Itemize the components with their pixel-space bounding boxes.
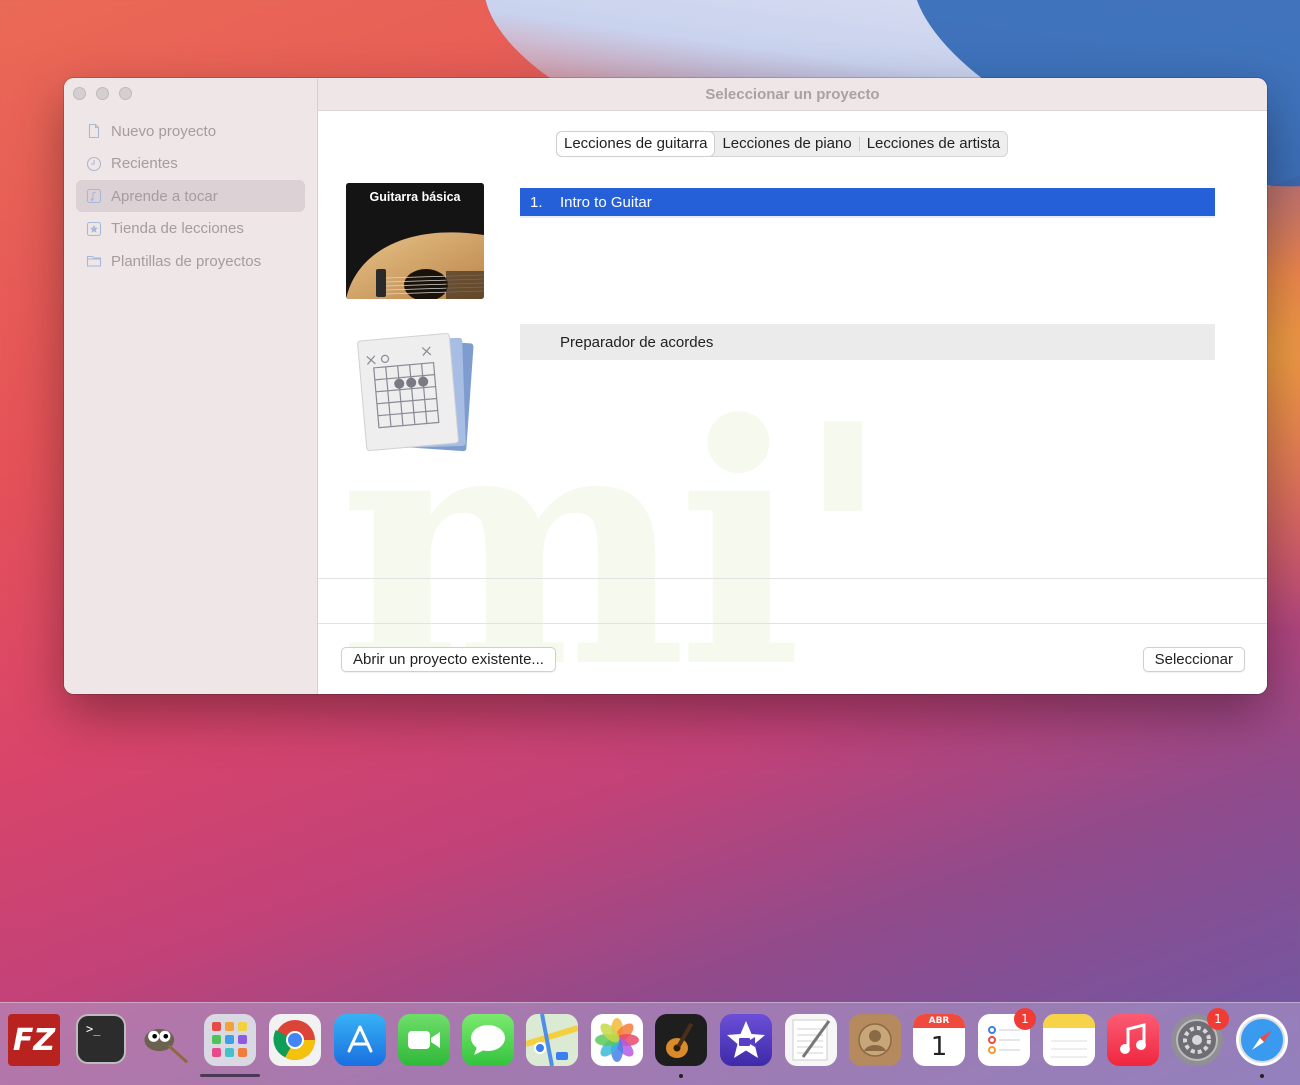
divider [318,623,1267,624]
contacts-icon[interactable] [849,1014,901,1066]
star-icon [86,221,102,237]
chord-trainer-thumbnail[interactable] [354,331,484,461]
filezilla-icon[interactable]: FZ [8,1014,60,1066]
zoom-button[interactable] [119,87,132,100]
dock: FZ >_ ABR 1 1 1 [0,1002,1300,1085]
document-icon [86,123,102,139]
launchpad-indicator [200,1074,260,1077]
lesson-tabs: Lecciones de guitarra Lecciones de piano… [556,131,1009,157]
sidebar-item-label: Tienda de lecciones [111,220,244,237]
chord-trainer-row[interactable]: Preparador de acordes [520,324,1215,360]
notes-icon[interactable] [1043,1014,1095,1066]
facetime-icon[interactable] [398,1014,450,1066]
calendar-icon[interactable]: ABR 1 [913,1014,965,1066]
music-note-icon [86,188,102,204]
open-existing-project-button[interactable]: Abrir un proyecto existente... [341,647,556,672]
garageband-running-dot [679,1074,683,1078]
reminders-badge: 1 [1014,1008,1036,1030]
launchpad-icon[interactable] [204,1014,256,1066]
chord-diagram-icon [357,332,474,452]
sidebar-item-label: Plantillas de proyectos [111,252,262,270]
chrome-icon[interactable] [269,1014,321,1066]
imovie-icon[interactable] [720,1014,772,1066]
window-title: Seleccionar un proyecto [318,78,1267,111]
folder-icon [86,253,102,269]
lesson-title: Intro to Guitar [560,193,652,211]
lesson-row-intro-to-guitar[interactable]: 1. Intro to Guitar [520,188,1215,216]
select-button[interactable]: Seleccionar [1142,647,1245,672]
sidebar-item-label: Aprende a tocar [111,187,218,205]
tab-artist-lessons[interactable]: Lecciones de artista [860,132,1007,156]
select-project-window: Nuevo proyecto Recientes Aprende a tocar… [64,78,1267,694]
maps-icon[interactable] [526,1014,578,1066]
sidebar-item-label: Nuevo proyecto [111,122,217,140]
gimp-icon[interactable] [137,1014,189,1066]
guitar-thumbnail-title: Guitarra básica [369,190,461,204]
system-preferences-icon[interactable]: 1 [1171,1008,1229,1066]
sidebar-item-new-project[interactable]: Nuevo proyecto [76,115,305,147]
terminal-icon[interactable]: >_ [76,1014,126,1064]
sidebar: Nuevo proyecto Recientes Aprende a tocar… [64,78,318,694]
app-store-icon[interactable] [334,1014,386,1066]
calendar-month: ABR [913,1014,965,1028]
terminal-prompt: >_ [86,1022,101,1036]
main-content: mi' Lecciones de guitarra Lecciones de p… [318,111,1267,694]
calendar-day: 1 [930,1032,948,1062]
system-preferences-badge: 1 [1207,1008,1229,1030]
minimize-button[interactable] [96,87,109,100]
sidebar-item-learn-to-play[interactable]: Aprende a tocar [76,180,305,212]
garageband-icon[interactable] [655,1014,707,1066]
clock-icon [86,156,102,172]
window-controls [73,87,132,100]
reminders-icon[interactable]: 1 [978,1008,1036,1066]
sidebar-item-project-templates[interactable]: Plantillas de proyectos [76,245,305,277]
textedit-icon[interactable] [785,1014,837,1066]
photos-icon[interactable] [591,1014,643,1066]
sidebar-list: Nuevo proyecto Recientes Aprende a tocar… [76,115,305,278]
safari-running-dot [1260,1074,1264,1078]
music-icon[interactable] [1107,1014,1159,1066]
filezilla-label: FZ [12,1022,56,1058]
messages-icon[interactable] [462,1014,514,1066]
tab-guitar-lessons[interactable]: Lecciones de guitarra [557,132,715,156]
lesson-number: 1. [530,193,543,211]
guitar-basics-thumbnail[interactable]: Guitarra básica [346,183,484,299]
sidebar-item-label: Recientes [111,155,178,172]
divider [318,578,1267,579]
row-separator [520,216,1215,218]
close-button[interactable] [73,87,86,100]
sidebar-item-recents[interactable]: Recientes [76,148,305,180]
safari-icon[interactable] [1236,1014,1288,1066]
sidebar-item-lesson-store[interactable]: Tienda de lecciones [76,213,305,245]
tab-piano-lessons[interactable]: Lecciones de piano [715,132,858,156]
